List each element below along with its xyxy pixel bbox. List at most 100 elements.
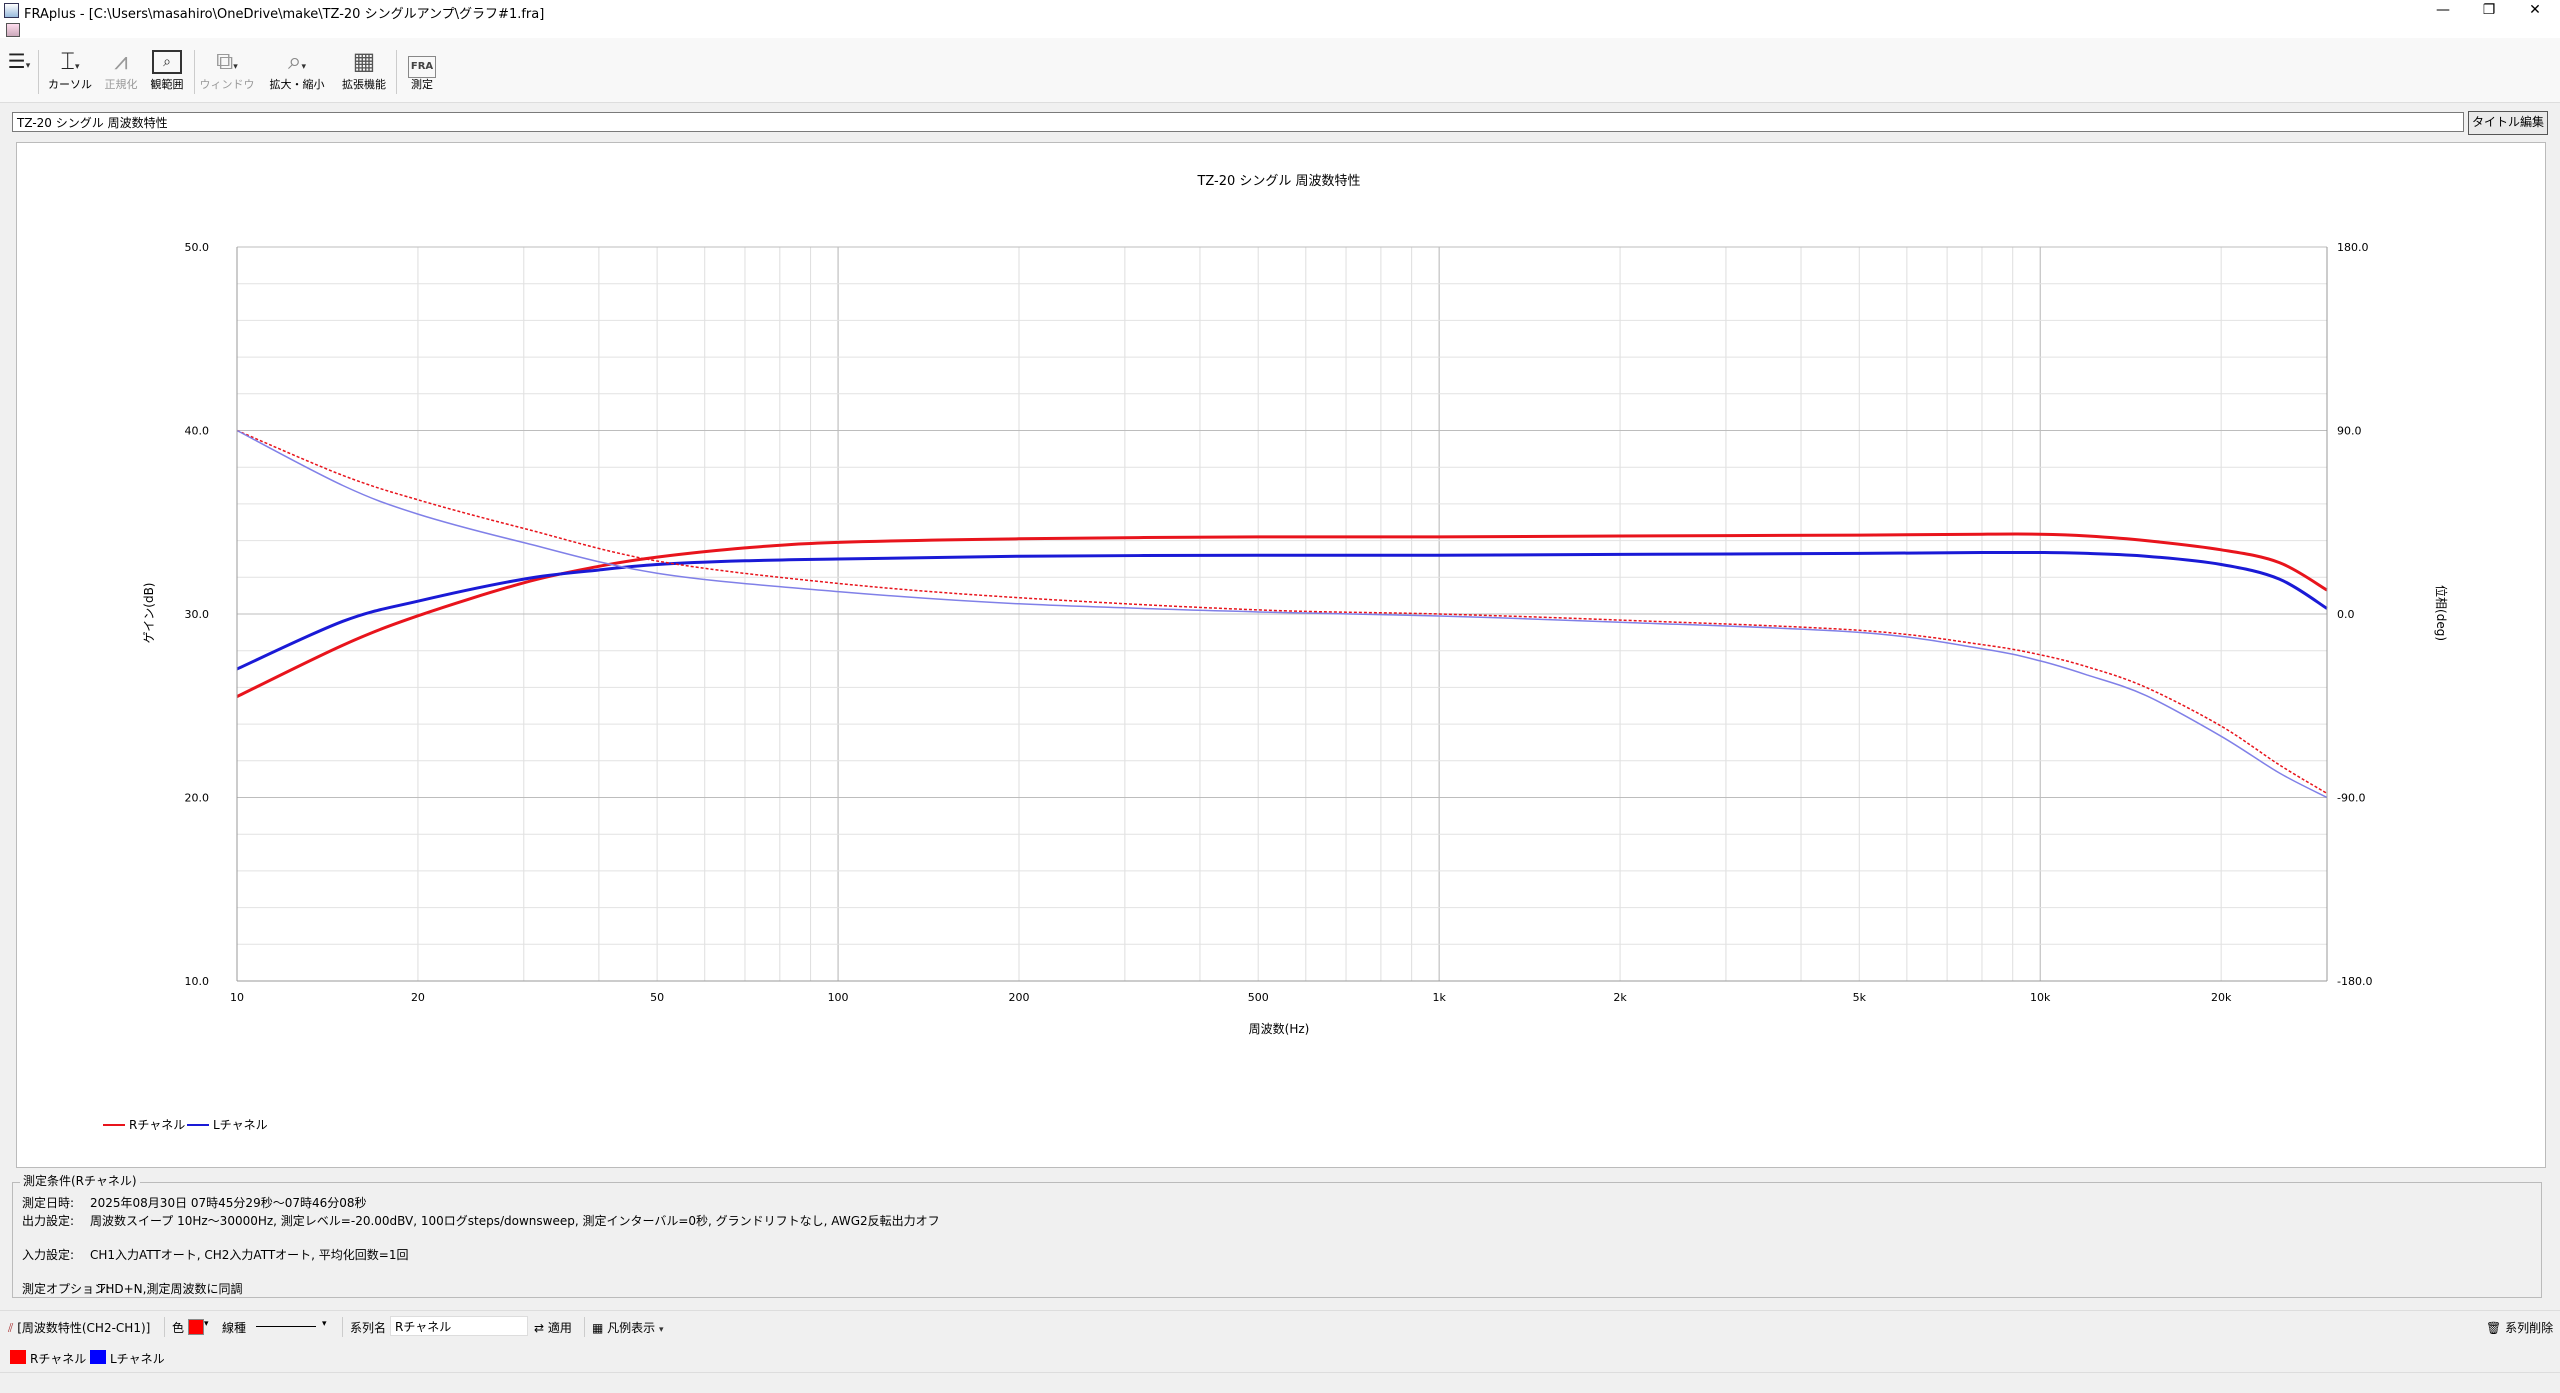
series-chip-r-label[interactable]: Rチャネル (30, 1350, 86, 1367)
x-tick-label: 20 (411, 991, 425, 1004)
minimize-button[interactable]: — (2420, 0, 2466, 22)
title-bar: FRAplus - [C:\Users\masahiro\OneDrive\ma… (0, 0, 2560, 22)
series-chip-l-swatch[interactable] (90, 1350, 106, 1364)
condition-value: 周波数スイープ 10Hz〜30000Hz, 測定レベル=-20.00dBV, 1… (90, 1214, 940, 1228)
linetype-selector[interactable]: ▾ (254, 1317, 334, 1337)
delete-series-label: 系列削除 (2505, 1321, 2554, 1335)
series-gain-l (236, 550, 2328, 671)
y-tick-label: 40.0 (185, 425, 210, 438)
color-picker[interactable] (188, 1319, 204, 1335)
condition-label: 測定オプション: (22, 1282, 111, 1296)
window-title: FRAplus - [C:\Users\masahiro\OneDrive\ma… (24, 7, 545, 22)
frequency-response-chart[interactable]: 10 20 50 100 200 500 1k 2k 5k 10k 20k 10.0 20.0 30.0 4… (17, 143, 2545, 1167)
legend-label-r: Rチャネル (129, 1118, 185, 1132)
app-icon (4, 3, 19, 18)
cursor-button[interactable]: ⌶▾ カーソル (42, 46, 98, 102)
y2-tick-label: 90.0 (2337, 425, 2362, 438)
normalize-label: 正規化 (104, 78, 138, 91)
status-bar (0, 1372, 2560, 1393)
legend-grid-icon: ▦ (592, 1321, 604, 1335)
bar-separator (584, 1317, 585, 1337)
legend-label-l: Lチャネル (213, 1118, 268, 1132)
color-label: 色 (172, 1321, 185, 1335)
y-tick-label: 10.0 (185, 975, 210, 988)
range-icon: ⌕ (144, 46, 190, 76)
cursor-icon: ⌶▾ (60, 47, 80, 75)
y-tick-label: 30.0 (185, 608, 210, 621)
series-chips-bar: Rチャネル Lチャネル (0, 1344, 2560, 1368)
chart-axes: 10 20 50 100 200 500 1k 2k 5k 10k 20k 10.0 20.0 30.0 4… (185, 241, 2373, 1004)
toolbar: ☰▾ ⌶▾ カーソル ⩘ 正規化 ⌕ 観範囲 ⧉▾ ウィンドウ ⌕▾ 拡大・縮小… (0, 38, 2560, 103)
window-label: ウィンドウ (199, 78, 255, 91)
apply-icon: ⇄ (534, 1321, 545, 1335)
x-tick-label: 100 (828, 991, 849, 1004)
y-axis-label: ゲイン(dB) (142, 583, 156, 644)
conditions-title: 測定条件(Rチャネル) (20, 1172, 140, 1189)
title-edit-button[interactable]: タイトル編集 (2468, 111, 2548, 135)
range-label: 観範囲 (150, 78, 184, 91)
condition-value: 2025年08月30日 07時45分29秒〜07時46分08秒 (90, 1196, 367, 1210)
range-button[interactable]: ⌕ 観範囲 (144, 46, 190, 102)
extension-label: 拡張機能 (342, 78, 386, 91)
color-dropdown-arrow[interactable]: ▾ (204, 1319, 209, 1329)
graph-selector[interactable]: ⫽ [周波数特性(CH2-CH1)] (8, 1319, 150, 1336)
y2-tick-label: 0.0 (2337, 608, 2355, 621)
apply-label: 適用 (547, 1321, 572, 1335)
conditions-panel (12, 1182, 2542, 1298)
x-tick-label: 200 (1009, 991, 1030, 1004)
x-tick-label: 10 (230, 991, 244, 1004)
chart-icon: ⫽ (8, 1321, 14, 1335)
linetype-sample (256, 1326, 316, 1327)
zoom-label: 拡大・縮小 (269, 78, 325, 91)
y2-tick-label: 180.0 (2337, 241, 2369, 254)
close-button[interactable]: ✕ (2512, 0, 2558, 22)
series-chip-l-label[interactable]: Lチャネル (110, 1350, 165, 1367)
y2-axis-label: 位相(deg) (2434, 585, 2449, 641)
trash-icon: 🗑 (2486, 1321, 2502, 1335)
chart-panel: 10 20 50 100 200 500 1k 2k 5k 10k 20k 10.0 20.0 30.0 4… (16, 142, 2546, 1168)
series-name-input[interactable]: Rチャネル (390, 1316, 528, 1336)
normalize-button[interactable]: ⩘ 正規化 (100, 46, 142, 102)
condition-label: 測定日時: (22, 1196, 75, 1210)
measure-button[interactable]: FRA 測定 (400, 46, 444, 102)
chart-title: TZ-20 シングル 周波数特性 (1196, 174, 1360, 189)
series-chip-r-swatch[interactable] (10, 1350, 26, 1364)
apply-button[interactable]: ⇄ 適用 (534, 1319, 572, 1336)
toolbar-separator (194, 50, 195, 94)
fra-measure-icon: FRA (400, 46, 444, 78)
x-tick-label: 5k (1853, 991, 1867, 1004)
series-edit-bar: ⫽ [周波数特性(CH2-CH1)] 色 ▾ 線種 ▾ 系列名 Rチャネル ⇄ … (0, 1310, 2560, 1343)
legend-toggle-button[interactable]: ▦ 凡例表示 ▾ (592, 1319, 664, 1336)
x-tick-label: 50 (650, 991, 664, 1004)
delete-series-button[interactable]: 🗑 系列削除 (2486, 1319, 2553, 1336)
legend-dropdown-arrow: ▾ (659, 1325, 664, 1335)
linetype-label: 線種 (222, 1321, 247, 1335)
toolbar-separator (396, 50, 397, 94)
window-button[interactable]: ⧉▾ ウィンドウ (198, 46, 256, 102)
condition-label: 入力設定: (22, 1248, 75, 1262)
cursor-label: カーソル (48, 78, 92, 91)
series-gain-r (236, 532, 2328, 698)
document-icon[interactable] (6, 23, 20, 37)
extension-button[interactable]: ▦ 拡張機能 (336, 46, 392, 102)
bar-separator (342, 1317, 343, 1337)
bar-separator (164, 1317, 165, 1337)
y2-tick-label: -180.0 (2337, 975, 2372, 988)
series-name-label: 系列名 (350, 1321, 387, 1335)
toolbar-separator (38, 50, 39, 94)
restore-button[interactable]: ❐ (2466, 0, 2512, 22)
list-menu-button[interactable]: ☰▾ (4, 46, 34, 102)
x-axis-label: 周波数(Hz) (1249, 1021, 1310, 1036)
x-tick-label: 1k (1432, 991, 1446, 1004)
legend-toggle-label: 凡例表示 (607, 1321, 656, 1335)
chart-title-field[interactable]: TZ-20 シングル 周波数特性 (12, 112, 2464, 132)
measure-label: 測定 (411, 78, 433, 91)
chart-legend: Rチャネル Lチャネル (103, 1118, 268, 1132)
zoom-button[interactable]: ⌕▾ 拡大・縮小 (262, 46, 332, 102)
x-tick-label: 10k (2030, 991, 2051, 1004)
y-tick-label: 20.0 (185, 792, 210, 805)
grid-icon: ▦ (352, 47, 376, 75)
chart-grid (236, 246, 2328, 982)
zoom-icon: ⌕▾ (288, 47, 306, 75)
list-icon: ☰▾ (7, 49, 31, 73)
